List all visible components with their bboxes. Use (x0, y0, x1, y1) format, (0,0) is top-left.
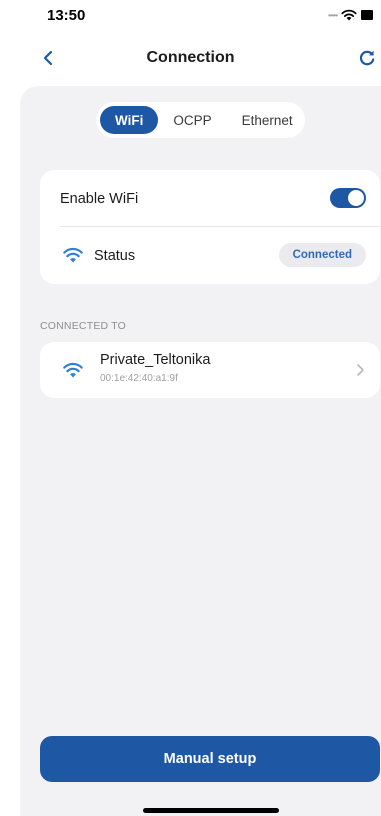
page-title: Connection (146, 49, 235, 66)
wifi-status-row: Status Connected (40, 227, 380, 284)
connected-to-heading: CONNECTED TO (40, 320, 127, 332)
connected-network-item[interactable]: Private_Teltonika 00:1e:42:40:a1:9f (40, 342, 380, 398)
wifi-icon (62, 360, 84, 380)
refresh-button[interactable] (355, 46, 379, 70)
cellular-dots-icon: ••••• (327, 10, 338, 20)
status-label: Status (94, 247, 136, 264)
wifi-settings-card: Enable WiFi Status Connected (40, 170, 380, 284)
manual-setup-button[interactable]: Manual setup (40, 736, 380, 782)
enable-wifi-toggle[interactable] (330, 188, 366, 208)
status-time: 13:50 (47, 7, 86, 24)
network-mac-address: 00:1e:42:40:a1:9f (100, 373, 178, 384)
battery-icon (361, 10, 373, 20)
home-indicator (143, 808, 279, 813)
content-sheet: WiFi OCPP Ethernet Enable WiFi Status Co… (20, 86, 381, 816)
toggle-knob (348, 190, 364, 206)
status-bar: 13:50 ••••• (0, 0, 381, 34)
network-name: Private_Teltonika (100, 352, 211, 368)
refresh-icon (359, 50, 375, 66)
connection-type-tabs: WiFi OCPP Ethernet (96, 102, 305, 138)
nav-bar: Connection (0, 40, 381, 76)
status-badge: Connected (278, 243, 366, 267)
enable-wifi-label: Enable WiFi (60, 190, 139, 207)
enable-wifi-row: Enable WiFi (40, 170, 380, 227)
chevron-right-icon (357, 364, 364, 376)
status-icons: ••••• (328, 9, 373, 21)
wifi-icon (62, 245, 84, 265)
tab-ethernet[interactable]: Ethernet (227, 106, 308, 134)
wifi-icon (341, 9, 357, 21)
tab-ocpp[interactable]: OCPP (158, 106, 226, 134)
tab-wifi[interactable]: WiFi (100, 106, 159, 134)
